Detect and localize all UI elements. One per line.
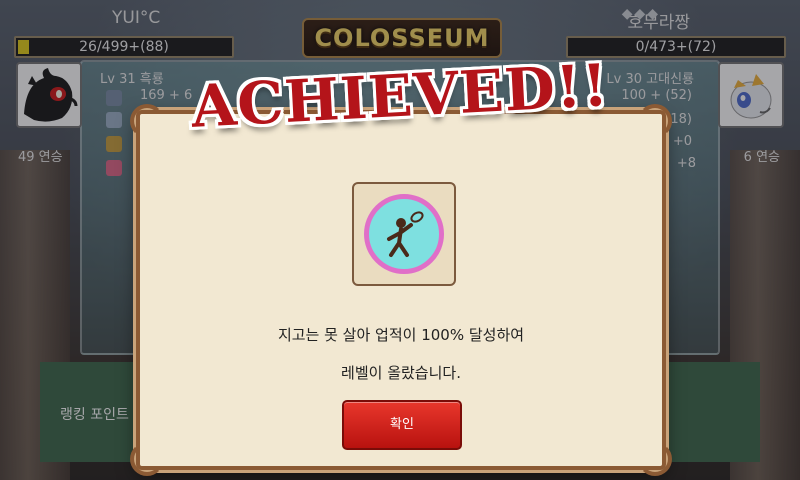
- achievement-message-line1: 지고는 못 살아 업적이 100% 달성하여: [277, 326, 525, 344]
- achievement-dialog: 지고는 못 살아 업적이 100% 달성하여 레벨이 올랐습니다. 확인: [130, 104, 672, 476]
- corner-ornament: [130, 104, 164, 138]
- achievement-badge: [364, 194, 444, 274]
- tennis-player-icon: [387, 211, 424, 257]
- corner-ornament: [638, 104, 672, 138]
- achievement-badge-frame: [352, 182, 456, 286]
- achievement-message-line2: 레벨이 올랐습니다.: [341, 364, 461, 382]
- corner-ornament: [638, 442, 672, 476]
- confirm-button[interactable]: 확인: [342, 400, 462, 450]
- corner-ornament: [130, 442, 164, 476]
